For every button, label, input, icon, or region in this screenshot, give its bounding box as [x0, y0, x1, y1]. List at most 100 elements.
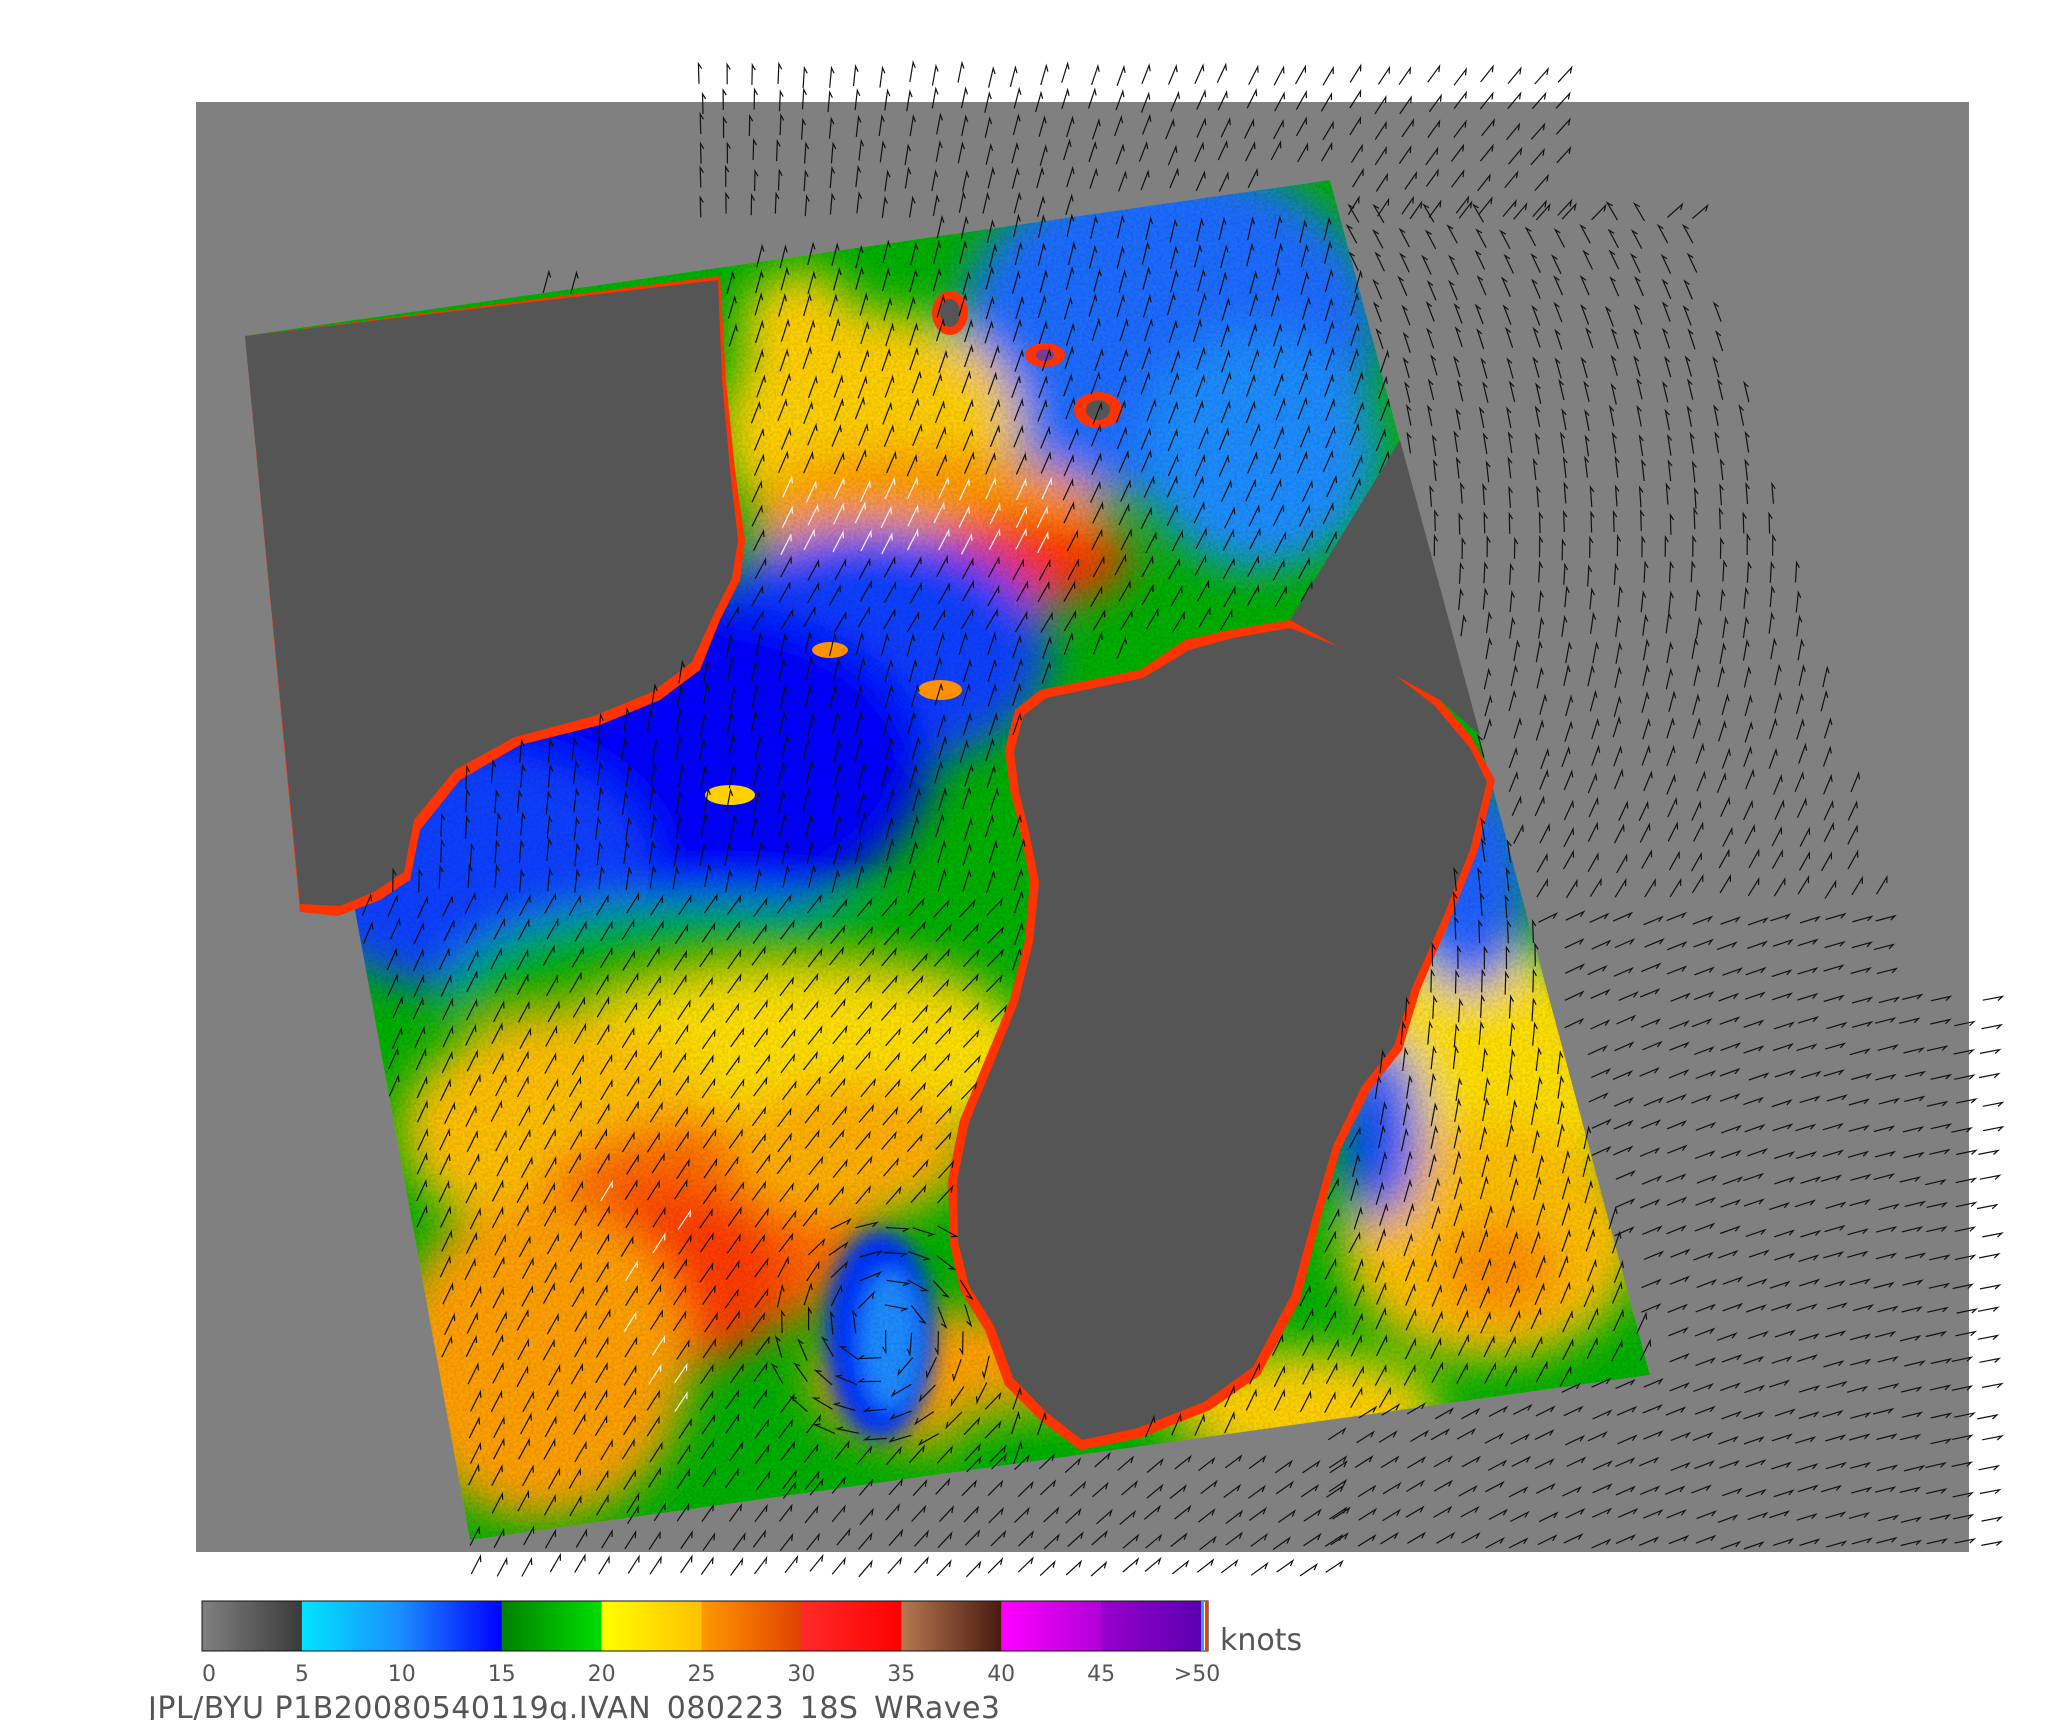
colorbar: 0 5 10 15 20 25 30 35 40 45 >50 knots [201, 1600, 1302, 1687]
wind-vector [1196, 1558, 1215, 1573]
wind-vector [1981, 1540, 2004, 1547]
colorbar-band [301, 1601, 403, 1651]
wind-vector [1141, 63, 1151, 85]
wind-vector [1349, 63, 1362, 83]
wind-vector [1294, 64, 1307, 85]
wind-vector [1981, 1516, 2004, 1522]
wind-vector [470, 1553, 482, 1575]
wind-vector [1172, 1559, 1190, 1575]
wind-vector [1273, 65, 1285, 86]
wind-vector [1981, 1023, 2004, 1030]
wind-vector [1453, 67, 1467, 86]
wind-vector [1039, 1559, 1056, 1577]
colorbar-tick-label: 5 [295, 1662, 309, 1687]
wind-vector [700, 1556, 714, 1575]
wind-vector [1299, 1562, 1318, 1577]
wind-vector [496, 1556, 508, 1577]
wind-vector [802, 65, 808, 88]
wind-vector [1122, 1557, 1140, 1573]
wind-vector [1979, 1174, 2002, 1180]
wind-vector [809, 1553, 824, 1572]
wind-vector [965, 1560, 982, 1578]
wind-vector [913, 1555, 929, 1574]
colorbar-tick-label: 35 [887, 1662, 915, 1687]
wind-vector [1979, 1488, 2002, 1495]
colorbar-tick-label: 0 [202, 1662, 216, 1687]
colorbar-tick-label: 45 [1087, 1662, 1115, 1687]
wind-vector [1507, 66, 1522, 84]
wind-vector [1978, 1464, 2001, 1471]
colorbar-band [701, 1601, 802, 1651]
wind-vector [1982, 995, 2005, 1001]
colorbar-tick-labels: 0 5 10 15 20 25 30 35 40 45 >50 [202, 1662, 1220, 1687]
wind-vector [1144, 1556, 1162, 1572]
wind-vector [829, 65, 835, 88]
wind-vector [777, 61, 783, 84]
colorbar-band [901, 1601, 1002, 1651]
wind-vector [1216, 62, 1227, 84]
wind-vector [1557, 65, 1573, 83]
wind-map-figure: 0 5 10 15 20 25 30 35 40 45 >50 knots JPL/BYU P1B2… [146, 60, 2005, 1720]
wind-vector [936, 1559, 952, 1577]
wind-vector [1065, 1559, 1083, 1576]
wind-vector [1979, 1284, 2002, 1290]
wind-vector [1977, 1306, 2000, 1312]
colorbar-tick-label: >50 [1174, 1662, 1220, 1687]
wind-vector [887, 1556, 903, 1574]
wind-vector [1979, 1357, 2002, 1363]
wind-vector [879, 65, 886, 88]
wind-vector [1981, 1382, 2004, 1389]
wind-vector [1981, 1434, 2004, 1441]
wind-vector [1090, 1560, 1108, 1577]
wind-vector [730, 1557, 744, 1576]
colorbar-units-label: knots [1220, 1623, 1302, 1658]
wind-vector [1982, 1125, 2005, 1132]
wind-vector [680, 1554, 693, 1574]
wind-vector [1116, 64, 1126, 87]
colorbar-band [801, 1601, 902, 1651]
colorbar-tick-label: 30 [787, 1662, 815, 1687]
wind-vector [549, 1552, 561, 1573]
colorbar-tail-stripe [1205, 1601, 1208, 1651]
wind-vector [909, 60, 916, 83]
wind-vector [1978, 1072, 2001, 1079]
wind-vector [1977, 1334, 2000, 1340]
wind-vector [1377, 65, 1391, 85]
colorbar-bands [202, 1601, 1202, 1651]
colorbar-tick-label: 40 [987, 1662, 1015, 1687]
colorbar-tick-label: 20 [588, 1662, 616, 1687]
wind-vector [751, 62, 756, 85]
wind-vector [1398, 66, 1412, 86]
wind-vector [1194, 63, 1205, 84]
wind-vector [858, 1559, 873, 1578]
wind-vector [931, 63, 939, 86]
wind-vector [1091, 63, 1100, 86]
wind-vector [1480, 64, 1494, 83]
wind-vector [1250, 1561, 1269, 1576]
colorbar-band [501, 1601, 603, 1651]
wind-vector [1276, 1558, 1295, 1573]
colorbar-tick-label: 10 [388, 1662, 416, 1687]
wind-vector [1976, 1203, 1999, 1210]
wind-vector [1325, 1559, 1344, 1573]
wind-vector [1982, 1101, 2005, 1107]
wind-vector [1427, 63, 1441, 83]
wind-vector [1534, 66, 1549, 85]
colorbar-band [401, 1601, 503, 1651]
wind-vector [1248, 64, 1259, 85]
colorbar-tick-label: 15 [488, 1662, 516, 1687]
wind-vector [754, 1555, 768, 1575]
wind-vector [1009, 65, 1018, 87]
colorbar-tick-label: 25 [688, 1662, 716, 1687]
wind-vector [1978, 1252, 2001, 1259]
wind-vector [521, 1556, 533, 1577]
wind-vector [1061, 61, 1070, 83]
wind-vector [1977, 1413, 1999, 1420]
wind-vector [697, 61, 703, 84]
wind-vector [987, 1557, 1004, 1574]
wind-vector [726, 62, 731, 85]
wind-vector [1017, 1556, 1034, 1573]
colorbar-band [601, 1601, 702, 1651]
wind-vector [957, 60, 965, 83]
colorbar-band [1001, 1601, 1102, 1651]
